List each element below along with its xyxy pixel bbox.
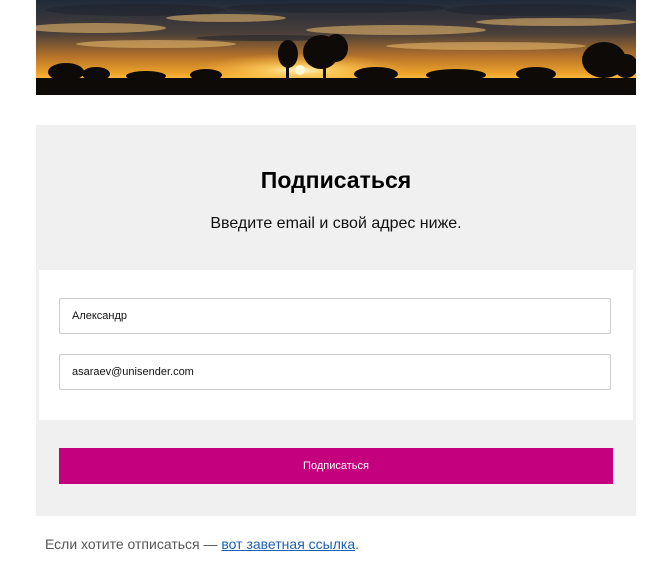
subscribe-button[interactable]: Подписаться — [59, 448, 613, 484]
sunset-image — [36, 0, 636, 95]
footer-period: . — [355, 536, 359, 552]
subscribe-form — [39, 270, 633, 420]
unsubscribe-text: Если хотите отписаться — — [45, 536, 222, 552]
subscribe-section: Подписаться Введите email и свой адрес н… — [36, 125, 636, 516]
unsubscribe-footer: Если хотите отписаться — вот заветная сс… — [45, 536, 359, 552]
email-page: Подписаться Введите email и свой адрес н… — [0, 0, 662, 579]
name-input[interactable] — [59, 298, 611, 334]
email-input[interactable] — [59, 354, 611, 390]
unsubscribe-link[interactable]: вот заветная ссылка — [221, 536, 355, 552]
subscribe-subtitle: Введите email и свой адрес ниже. — [210, 215, 462, 232]
subscribe-title: Подписаться — [260, 167, 412, 193]
sunset-hero-image — [36, 0, 636, 95]
